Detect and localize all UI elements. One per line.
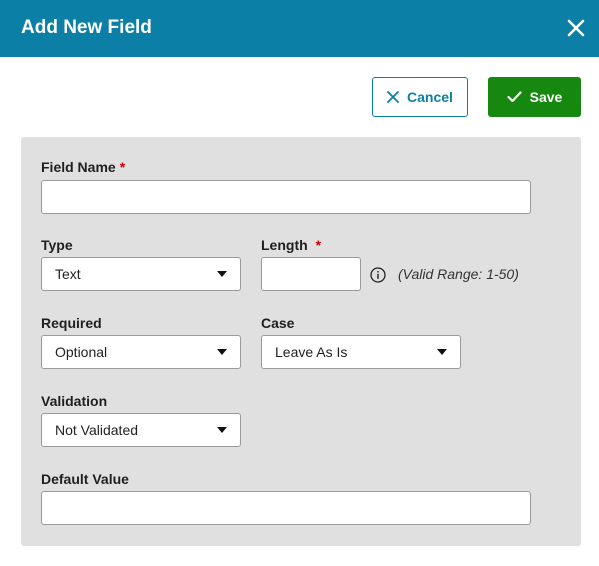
case-select-value: Leave As Is (275, 344, 348, 360)
required-label: Required (41, 315, 102, 331)
chevron-down-icon (217, 271, 227, 277)
info-icon[interactable] (370, 267, 386, 283)
required-asterisk: * (119, 159, 126, 175)
type-select-value: Text (55, 266, 81, 282)
length-input[interactable] (261, 257, 361, 291)
cancel-label: Cancel (407, 89, 453, 105)
close-icon (567, 19, 585, 37)
required-select-value: Optional (55, 344, 108, 360)
chevron-down-icon (217, 427, 227, 433)
save-label: Save (529, 89, 563, 105)
cancel-button[interactable]: Cancel (372, 77, 468, 117)
chevron-down-icon (217, 349, 227, 355)
add-field-dialog: Add New Field Cancel Save Field Name * Ty… (0, 0, 599, 566)
length-label-text: Length (261, 237, 308, 253)
length-range-hint: (Valid Range: 1-50) (398, 266, 519, 282)
type-select[interactable]: Text (41, 257, 241, 291)
dialog-title: Add New Field (21, 17, 152, 38)
case-label: Case (261, 315, 295, 331)
validation-select[interactable]: Not Validated (41, 413, 241, 447)
type-label: Type (41, 237, 73, 253)
case-select[interactable]: Leave As Is (261, 335, 461, 369)
required-select[interactable]: Optional (41, 335, 241, 369)
validation-select-value: Not Validated (55, 422, 139, 438)
default-value-label: Default Value (41, 471, 129, 487)
chevron-down-icon (437, 349, 447, 355)
required-asterisk: * (315, 237, 322, 253)
save-button[interactable]: Save (488, 77, 581, 117)
field-name-label-text: Field Name (41, 159, 116, 175)
validation-label: Validation (41, 393, 108, 409)
x-icon (387, 91, 399, 103)
close-button[interactable] (564, 16, 588, 40)
field-name-input[interactable] (41, 180, 531, 214)
dialog-header: Add New Field (0, 0, 599, 57)
field-name-label: Field Name * (41, 159, 125, 175)
length-label: Length * (261, 237, 321, 253)
checkmark-icon (507, 91, 522, 103)
default-value-input[interactable] (41, 491, 531, 525)
